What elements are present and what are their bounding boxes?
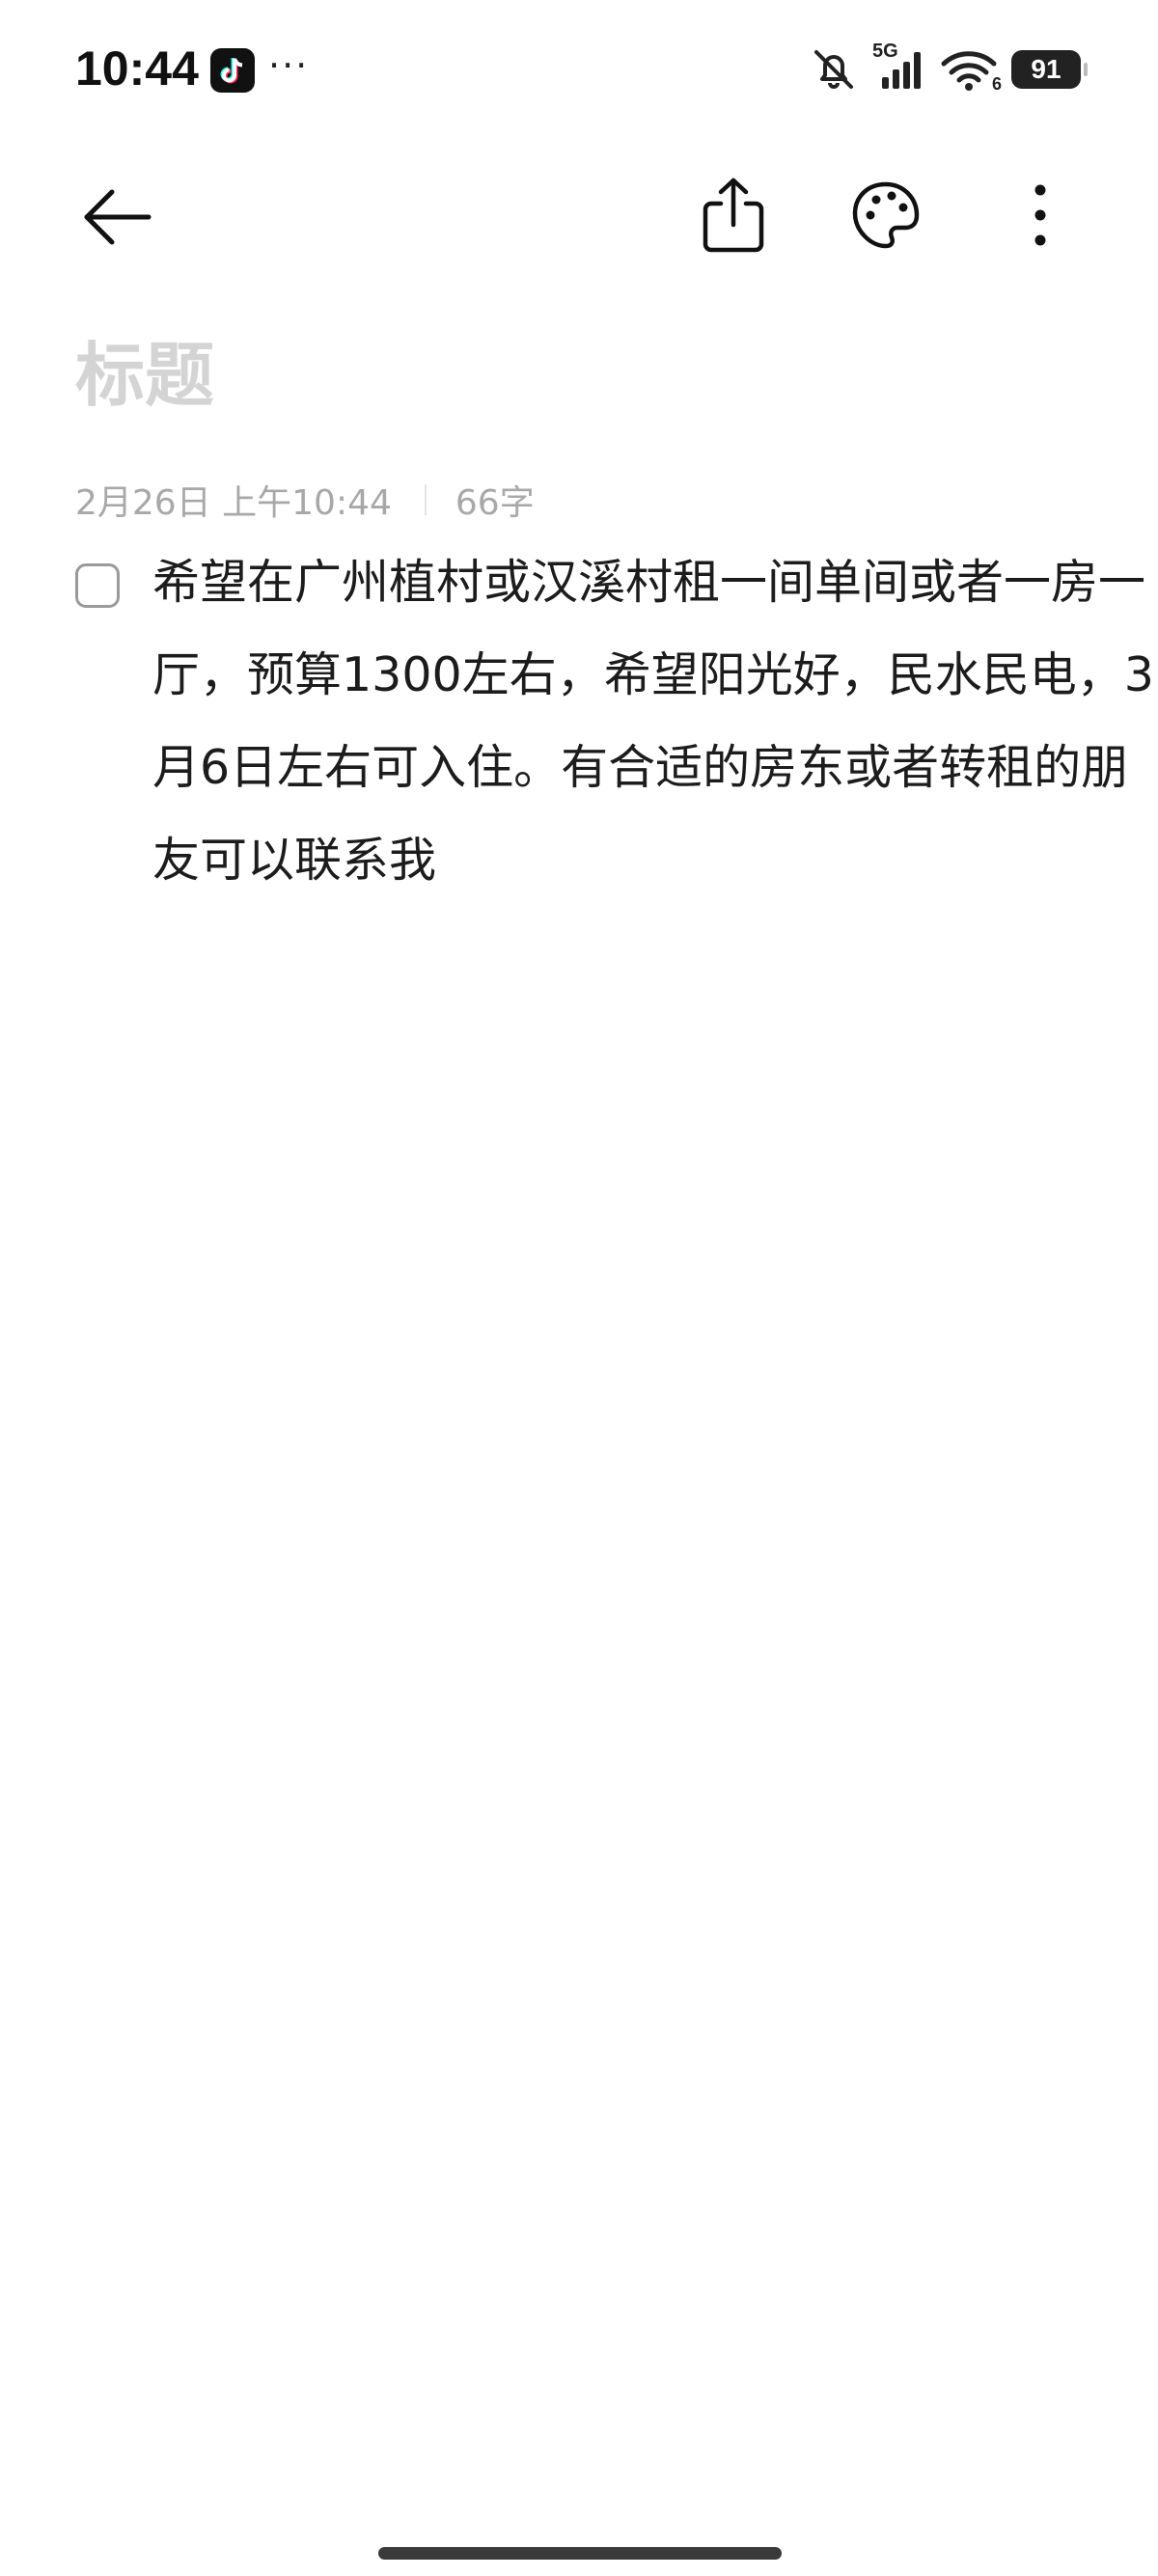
wifi-badge: 6 — [991, 74, 1002, 94]
note-date: 2月26日 上午10:44 — [75, 483, 392, 523]
home-indicator[interactable] — [378, 2547, 782, 2560]
checklist-item-text[interactable]: 希望在广州植村或汉溪村租一间单间或者一房一厅，预算1300左右，希望阳光好，民水… — [152, 536, 1158, 907]
notification-more-indicator: ··· — [268, 44, 310, 87]
battery-level: 91 — [1031, 54, 1062, 84]
note-meta: 2月26日 上午10:44 66字 — [75, 475, 535, 525]
battery-icon: 91 — [1011, 50, 1088, 89]
checklist-checkbox[interactable] — [75, 563, 120, 608]
word-count: 66字 — [455, 483, 535, 523]
network-type-label: 5G — [872, 41, 898, 62]
note-title-input[interactable]: 标题 — [75, 318, 214, 420]
more-options-button[interactable] — [994, 169, 1087, 261]
battery-tip — [1084, 63, 1088, 76]
share-button[interactable] — [687, 169, 780, 261]
back-arrow-icon — [84, 189, 152, 245]
share-icon — [703, 178, 764, 253]
status-icons: 5G 6 91 — [809, 41, 1088, 96]
theme-button[interactable] — [840, 169, 932, 261]
back-button[interactable] — [71, 171, 164, 263]
meta-divider — [424, 484, 427, 515]
tiktok-icon — [210, 48, 255, 93]
signal-icon: 5G — [872, 41, 926, 93]
palette-icon — [852, 181, 920, 249]
wifi-icon: 6 — [940, 46, 1002, 94]
status-bar: 10:44 ··· 5G 6 91 — [0, 0, 1158, 140]
note-toolbar — [0, 164, 1158, 270]
more-vertical-icon — [1034, 184, 1046, 246]
status-time: 10:44 — [75, 41, 199, 96]
muted-bell-icon — [809, 46, 859, 93]
